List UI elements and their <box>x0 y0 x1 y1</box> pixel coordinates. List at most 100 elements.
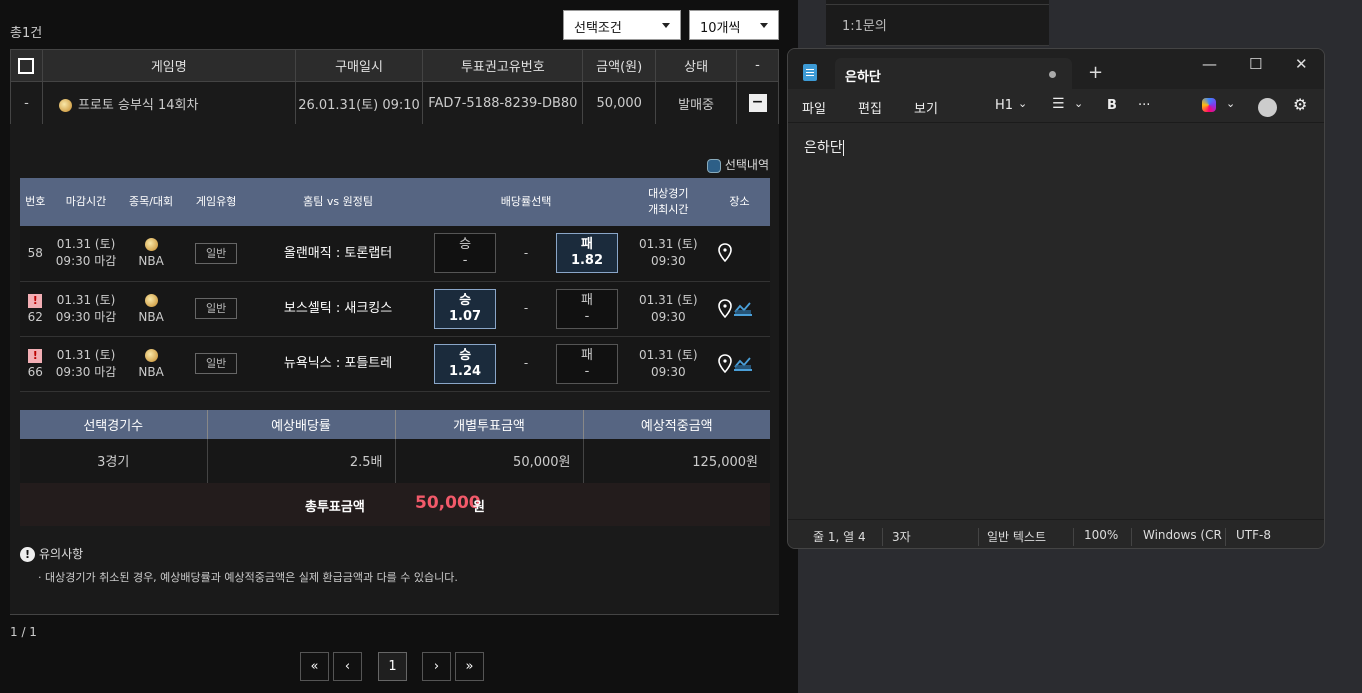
betting-page: 총1건 선택조건 10개씩 게임명 구매일시 투표권고유번호 금액(원) 상태 … <box>0 0 798 693</box>
teams: 올랜매직 : 토론랩터 <box>251 226 425 282</box>
next-page-button[interactable]: › <box>422 652 451 681</box>
col-match-time: 대상경기 개최시간 <box>627 178 709 226</box>
bold-button[interactable]: B <box>1107 98 1117 113</box>
ticket-table: 게임명 구매일시 투표권고유번호 금액(원) 상태 - - 프로토 승부식 14… <box>10 49 779 125</box>
lose-cell: 패- <box>546 281 628 337</box>
lose-odds-button[interactable]: 패- <box>556 288 618 329</box>
league-name: NBA <box>138 309 164 324</box>
copilot-icon[interactable] <box>1202 98 1216 112</box>
col-date: 구매일시 <box>294 49 424 82</box>
match-time-cell: 01.31 (토) 09:30 <box>627 226 709 282</box>
last-page-button[interactable]: » <box>455 652 484 681</box>
new-tab-button[interactable]: + <box>1088 62 1103 83</box>
win-cell: 승 1.24 <box>424 336 506 392</box>
lose-odds: - <box>584 308 590 324</box>
row-first: - <box>10 81 43 125</box>
status-eol: Windows (CR <box>1143 528 1222 542</box>
total-count: 총1건 <box>10 26 43 41</box>
lose-odds: 1.82 <box>570 253 604 269</box>
page-1-button[interactable]: 1 <box>378 652 407 681</box>
trend-chart-icon[interactable] <box>733 355 753 373</box>
venue-cell <box>708 226 770 282</box>
match-time: 09:30 <box>651 309 686 324</box>
toggle-cell: − <box>736 81 779 125</box>
col-amount: 금액(원) <box>582 49 657 82</box>
deadline-cell: 01.31 (토) 09:30 마감 <box>50 226 122 282</box>
deadline-date: 01.31 (토) <box>56 292 116 307</box>
win-odds: 1.24 <box>449 363 482 379</box>
deadline-cell: 01.31 (토) 09:30 마감 <box>50 336 122 392</box>
match-date: 01.31 (토) <box>639 292 698 307</box>
location-pin-icon[interactable] <box>717 243 733 263</box>
lose-odds-button[interactable]: 패- <box>556 343 618 384</box>
win-odds-button[interactable]: 승 1.24 <box>434 343 497 384</box>
first-page-button[interactable]: « <box>300 652 329 681</box>
sum-col-count: 선택경기수 <box>20 410 208 439</box>
ticket-detail: 선택내역 번호 마감시간 종목/대회 게임유형 홈팀 vs 원정팀 배당률선택 … <box>10 124 779 615</box>
tab-document[interactable]: 은하단 <box>835 58 1072 89</box>
select-all-header <box>10 49 43 82</box>
sum-odds: 2.5배 <box>207 439 396 484</box>
menu-edit[interactable]: 편집 <box>858 98 882 117</box>
game-no: 66 <box>27 364 43 379</box>
bet-table: 번호 마감시간 종목/대회 게임유형 홈팀 vs 원정팀 배당률선택 대상경기 … <box>20 178 770 392</box>
win-odds-button[interactable]: 승 1.07 <box>434 288 497 329</box>
status-zoom[interactable]: 100% <box>1084 528 1118 542</box>
chevron-down-icon: ⌄ <box>1018 97 1028 110</box>
lose-odds-button[interactable]: 패 1.82 <box>556 233 618 274</box>
account-icon[interactable] <box>1258 98 1277 117</box>
list-icon[interactable]: ☰ <box>1052 96 1065 112</box>
league-name: NBA <box>138 364 164 379</box>
menu-file[interactable]: 파일 <box>802 98 826 117</box>
game-no: 58 <box>27 245 43 260</box>
gear-icon[interactable]: ⚙ <box>1293 95 1307 114</box>
trend-chart-icon[interactable] <box>733 300 753 318</box>
table-row: ! 66 01.31 (토) 09:30 마감 NBA 일반 뉴욕닉스 : 포틀트레 승 1.2… <box>20 336 770 392</box>
selection-legend-label: 선택내역 <box>724 158 769 172</box>
unsaved-dot-icon[interactable] <box>1049 71 1056 78</box>
game-no-cell: ! 66 <box>20 336 51 392</box>
text-caret <box>842 140 844 156</box>
match-date: 01.31 (토) <box>639 347 698 362</box>
match-time-cell: 01.31 (토) 09:30 <box>627 281 709 337</box>
select-all-checkbox[interactable] <box>18 57 35 74</box>
total-unit: 원 <box>473 500 485 515</box>
location-pin-icon[interactable] <box>717 353 733 374</box>
summary-table: 선택경기수 예상배당률 개별투표금액 예상적중금액 3경기 2.5배 50,00… <box>20 410 770 484</box>
win-odds-button[interactable]: 승- <box>434 233 497 274</box>
maximize-button[interactable]: ☐ <box>1249 55 1262 73</box>
collapse-button[interactable]: − <box>748 94 767 112</box>
inquiry-link[interactable]: 1:1문의 <box>842 15 887 34</box>
win-label: 승 <box>459 292 472 308</box>
total-row: 총투표금액 50,000 원 <box>20 483 770 526</box>
table-row[interactable]: - 프로토 승부식 14회차 26.01.31(토) 09:10 FAD7-51… <box>10 81 779 125</box>
chevron-down-icon: ⌄ <box>1226 97 1236 110</box>
col-teams: 홈팀 vs 원정팀 <box>251 178 425 226</box>
close-button[interactable]: ✕ <box>1295 55 1308 73</box>
win-label: 승 <box>459 237 472 253</box>
heading-dropdown[interactable]: H1 <box>995 98 1013 113</box>
prev-page-button[interactable]: ‹ <box>333 652 362 681</box>
menu-view[interactable]: 보기 <box>914 98 938 117</box>
minimize-button[interactable]: — <box>1202 55 1217 73</box>
more-button[interactable]: ··· <box>1138 98 1150 113</box>
sum-col-payout: 예상적중금액 <box>583 410 770 439</box>
status-chars: 3자 <box>892 530 911 544</box>
filter-select[interactable]: 선택조건 <box>563 10 681 40</box>
amount: 50,000 <box>582 81 657 125</box>
teams: 뉴욕닉스 : 포틀트레 <box>251 336 425 392</box>
col-venue: 장소 <box>708 178 770 226</box>
league-cell: NBA <box>121 226 181 282</box>
table-row: ! 62 01.31 (토) 09:30 마감 NBA 일반 보스셀틱 : 새크킹스 승 1.0… <box>20 281 770 337</box>
ball-icon <box>58 98 72 112</box>
lose-odds: - <box>584 363 590 379</box>
tab-title: 은하단 <box>845 70 881 85</box>
game-no: 62 <box>27 309 43 324</box>
location-pin-icon[interactable] <box>717 298 733 319</box>
page-size-select[interactable]: 10개씩 <box>689 10 779 40</box>
chevron-down-icon <box>662 23 670 28</box>
col-game: 게임명 <box>41 49 296 82</box>
text-editor[interactable]: 은하단 <box>804 137 844 157</box>
league-cell: NBA <box>121 336 181 392</box>
status-encoding: UTF-8 <box>1236 528 1271 542</box>
